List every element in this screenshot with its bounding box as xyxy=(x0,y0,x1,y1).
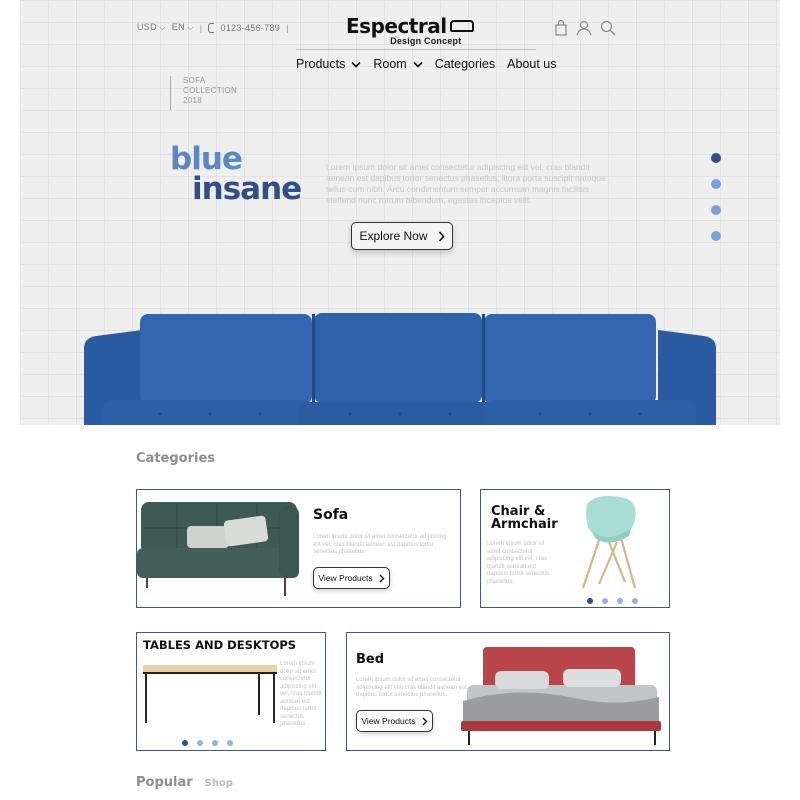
slide-dot[interactable] xyxy=(711,179,721,189)
topbar-left: USD ⌵ EN ⌵ | 0123-456-789 | xyxy=(137,22,289,33)
header-icons xyxy=(554,20,616,36)
hero-banner: USD ⌵ EN ⌵ | 0123-456-789 | Espectral De… xyxy=(20,0,780,425)
mint-chair-image xyxy=(581,496,637,589)
card-title: TABLES AND DESKTOPS xyxy=(143,638,297,652)
collection-line: 2018 xyxy=(183,96,202,105)
collection-label: SOFA COLLECTION 2018 xyxy=(170,76,237,110)
view-products-button[interactable]: View Products xyxy=(356,710,433,732)
card-title: Sofa xyxy=(313,507,349,523)
nav-label: About us xyxy=(507,57,557,71)
slide-dot[interactable] xyxy=(212,740,218,746)
category-card-chair-armchair[interactable]: Chair & Armchair Lorem ipsum dolor sit a… xyxy=(480,489,670,608)
phone-number[interactable]: 0123-456-789 xyxy=(220,23,280,33)
phone-icon xyxy=(208,22,215,33)
slide-dot[interactable] xyxy=(617,598,623,604)
chevron-right-icon xyxy=(379,574,385,582)
nav-item-products[interactable]: Products xyxy=(296,57,361,71)
explore-now-button[interactable]: Explore Now xyxy=(351,222,453,250)
hero-slide-indicators xyxy=(711,153,721,241)
card-title: Bed xyxy=(356,652,385,667)
card-slide-indicators xyxy=(182,740,233,746)
brand-logo[interactable]: Espectral Design Concept xyxy=(346,14,474,46)
search-icon[interactable] xyxy=(600,20,616,36)
nav-label: Room xyxy=(373,57,407,71)
card-description: Lorem ipsum dolor sit amet consectetur a… xyxy=(487,541,550,585)
card-description: Lorem ipsum dolor sit amet consectetur a… xyxy=(313,534,447,555)
sofa-logo-icon xyxy=(449,20,474,32)
currency-select[interactable]: USD ⌵ xyxy=(137,22,166,33)
collection-line: SOFA xyxy=(183,76,206,85)
nav-item-room[interactable]: Room xyxy=(373,57,423,71)
slide-dot[interactable] xyxy=(632,598,638,604)
slide-dot[interactable] xyxy=(602,598,608,604)
chevron-down-icon: ⌵ xyxy=(184,23,194,32)
slide-dot[interactable] xyxy=(587,598,593,604)
hero-headline: blue insane xyxy=(170,141,302,207)
card-slide-indicators xyxy=(587,598,638,604)
divider: | xyxy=(199,22,203,33)
collection-line: COLLECTION xyxy=(183,86,238,95)
main-nav: Products Room Categories About us xyxy=(296,57,556,71)
bag-icon[interactable] xyxy=(554,20,568,36)
chevron-down-icon xyxy=(351,61,361,68)
chevron-down-icon: ⌵ xyxy=(156,23,166,32)
button-label: Explore Now xyxy=(359,229,428,243)
brand-name: Espectral xyxy=(346,14,447,38)
card-description: Lorem ipsum dolor sit amet consectetur a… xyxy=(356,677,467,698)
slide-dot[interactable] xyxy=(711,153,721,163)
nav-item-about-us[interactable]: About us xyxy=(507,57,556,71)
language-select[interactable]: EN ⌵ xyxy=(172,22,194,33)
category-card-bed[interactable]: Bed Lorem ipsum dolor sit amet consectet… xyxy=(346,632,670,751)
currency-label: USD xyxy=(137,22,157,32)
headline-line-2: insane xyxy=(192,171,302,207)
card-description: Lorem ipsum dolor sit amet consectetur a… xyxy=(280,661,322,727)
slide-dot[interactable] xyxy=(197,740,203,746)
red-bed-image xyxy=(461,647,661,745)
language-label: EN xyxy=(171,22,185,32)
chevron-down-icon xyxy=(413,61,423,68)
slide-dot[interactable] xyxy=(227,740,233,746)
headline-line-1: blue xyxy=(170,141,243,177)
slide-dot[interactable] xyxy=(711,205,721,215)
categories-heading: Categories xyxy=(136,451,216,466)
blue-sofa-image xyxy=(84,313,716,425)
shop-link[interactable]: Shop xyxy=(205,778,233,789)
popular-section-header: Popular Shop xyxy=(136,775,233,790)
view-products-button[interactable]: View Products xyxy=(313,567,390,589)
divider: | xyxy=(286,22,289,33)
button-label: View Products xyxy=(318,573,373,583)
card-title-line-2: Armchair xyxy=(491,517,558,532)
nav-label: Categories xyxy=(434,57,496,71)
hero-description: Lorem ipsum dolor sit amet consectetur a… xyxy=(326,162,606,205)
category-card-sofa[interactable]: Sofa Lorem ipsum dolor sit amet consecte… xyxy=(136,489,461,608)
button-label: View Products xyxy=(361,716,416,726)
header-divider xyxy=(296,49,536,50)
slide-dot[interactable] xyxy=(711,231,721,241)
table-image xyxy=(143,665,277,723)
chevron-right-icon xyxy=(438,230,445,242)
nav-label: Products xyxy=(296,57,346,71)
nav-item-categories[interactable]: Categories xyxy=(435,57,495,71)
green-sofa-image xyxy=(137,502,299,596)
slide-dot[interactable] xyxy=(182,740,188,746)
card-title: Chair & Armchair xyxy=(491,505,558,531)
popular-heading: Popular xyxy=(136,775,193,790)
chevron-right-icon xyxy=(422,717,428,725)
category-card-tables-desktops[interactable]: TABLES AND DESKTOPS Lorem ipsum dolor si… xyxy=(136,632,326,751)
user-icon[interactable] xyxy=(576,20,592,36)
